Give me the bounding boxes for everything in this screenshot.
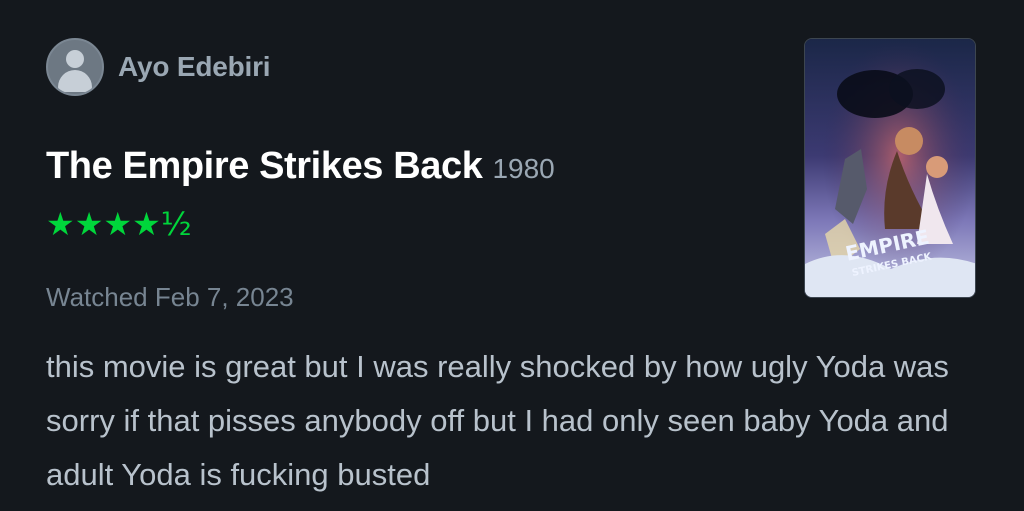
film-year[interactable]: 1980	[492, 153, 554, 185]
film-poster[interactable]: EMPIRE STRIKES BACK	[804, 38, 976, 298]
review-body: this movie is great but I was really sho…	[46, 340, 981, 502]
avatar-head-shape	[66, 50, 84, 68]
avatar-body-shape	[58, 70, 92, 92]
author-name[interactable]: Ayo Edebiri	[118, 51, 271, 83]
review-text: this movie is great but I was really sho…	[46, 349, 949, 492]
film-title[interactable]: The Empire Strikes Back	[46, 145, 483, 188]
poster-artwork: EMPIRE STRIKES BACK	[805, 39, 975, 297]
film-heading: The Empire Strikes Back 1980	[46, 145, 555, 188]
watched-date: Watched Feb 7, 2023	[46, 282, 294, 312]
star-rating: ★★★★½	[46, 205, 192, 243]
review-author[interactable]: Ayo Edebiri	[46, 38, 271, 96]
user-avatar-icon[interactable]	[46, 38, 104, 96]
